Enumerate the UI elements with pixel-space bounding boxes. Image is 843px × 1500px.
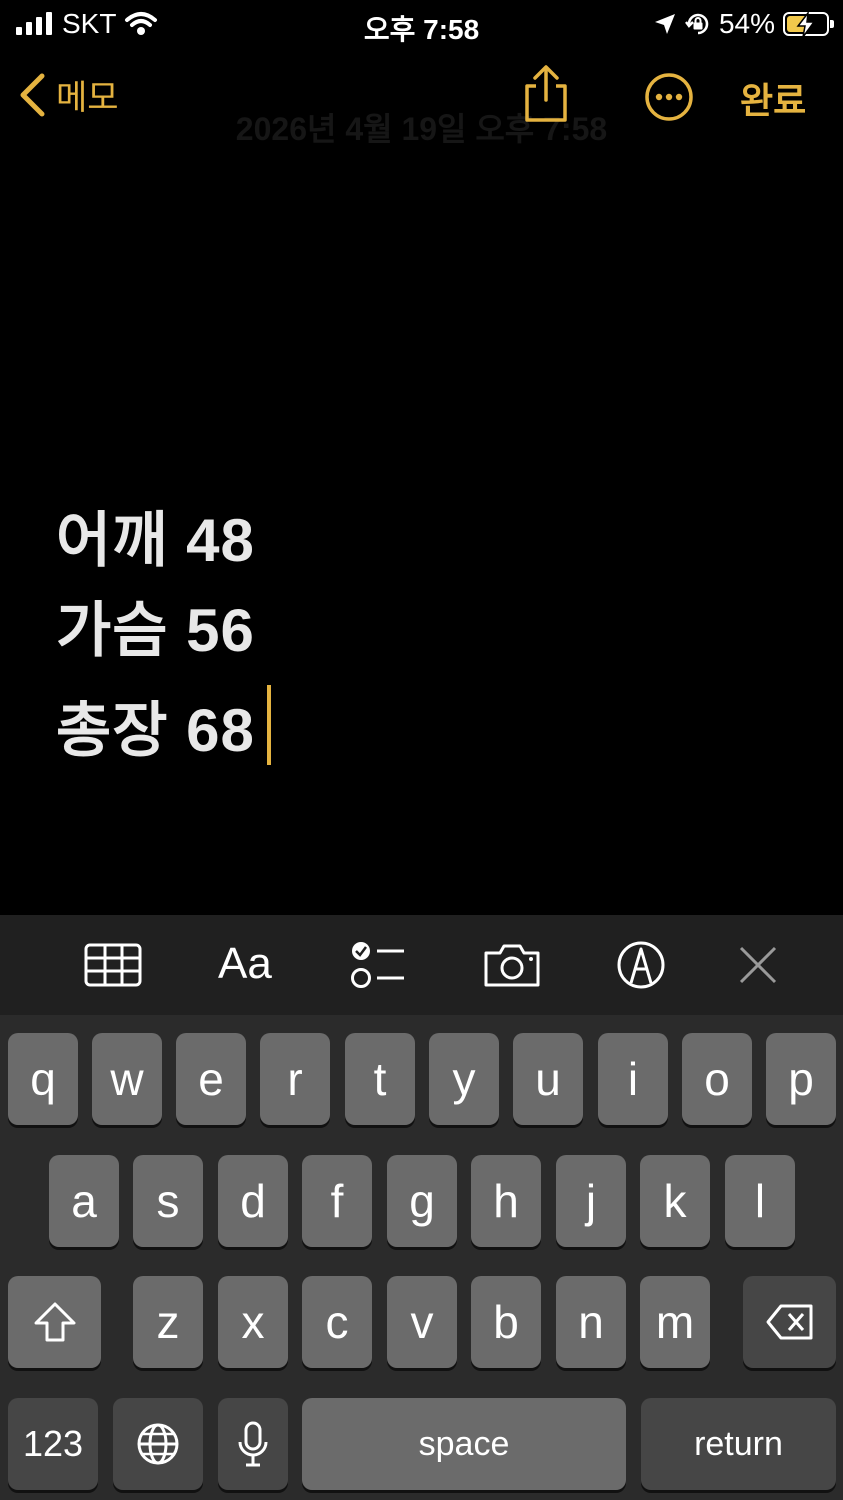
status-right: 54% xyxy=(653,8,834,40)
key-l[interactable]: l xyxy=(725,1155,795,1247)
note-body[interactable]: 어깨 48 가슴 56 총장 68 xyxy=(56,505,271,775)
battery-icon xyxy=(783,12,834,38)
key-d[interactable]: d xyxy=(218,1155,288,1247)
table-icon xyxy=(84,943,142,987)
globe-key[interactable] xyxy=(113,1398,203,1490)
key-u[interactable]: u xyxy=(513,1033,583,1125)
ellipsis-circle-icon xyxy=(645,73,693,121)
key-i[interactable]: i xyxy=(598,1033,668,1125)
markup-button[interactable] xyxy=(615,939,667,996)
key-f[interactable]: f xyxy=(302,1155,372,1247)
camera-button[interactable] xyxy=(482,941,542,994)
camera-icon xyxy=(484,944,540,987)
format-toolbar: Aa xyxy=(0,915,843,1015)
return-key[interactable]: return xyxy=(641,1398,836,1490)
dictation-key[interactable] xyxy=(218,1398,288,1490)
key-o[interactable]: o xyxy=(682,1033,752,1125)
note-line[interactable]: 가슴 56 xyxy=(56,595,271,685)
numbers-key[interactable]: 123 xyxy=(8,1398,98,1490)
note-line-text: 총장 68 xyxy=(56,697,255,764)
battery-percent: 54% xyxy=(718,8,775,39)
shift-key[interactable] xyxy=(8,1276,101,1368)
status-bar: SKT 오후 7:58 54% xyxy=(0,0,843,48)
checklist-icon xyxy=(351,942,404,988)
key-z[interactable]: z xyxy=(133,1276,203,1368)
key-g[interactable]: g xyxy=(387,1155,457,1247)
delete-key[interactable] xyxy=(743,1276,836,1368)
charging-bolt-icon xyxy=(796,12,816,38)
note-date: 2026년 4월 19일 오후 7:58 xyxy=(235,111,608,147)
nav-bar: 메모 2026년 4월 19일 오후 7:58 완료 xyxy=(0,60,843,147)
key-r[interactable]: r xyxy=(260,1033,330,1125)
key-h[interactable]: h xyxy=(471,1155,541,1247)
key-e[interactable]: e xyxy=(176,1033,246,1125)
battery-nub xyxy=(830,20,834,28)
share-button[interactable] xyxy=(522,64,570,129)
note-line-current[interactable]: 총장 68 xyxy=(56,685,271,775)
text-cursor xyxy=(266,685,271,765)
key-t[interactable]: t xyxy=(345,1033,415,1125)
key-m[interactable]: m xyxy=(640,1276,710,1368)
more-button[interactable] xyxy=(644,72,694,127)
markup-pen-icon xyxy=(617,941,665,989)
key-a[interactable]: a xyxy=(49,1155,119,1247)
key-y[interactable]: y xyxy=(429,1033,499,1125)
globe-icon xyxy=(137,1423,179,1465)
key-j[interactable]: j xyxy=(556,1155,626,1247)
close-icon xyxy=(739,946,777,984)
key-k[interactable]: k xyxy=(640,1155,710,1247)
backspace-icon xyxy=(766,1304,812,1340)
key-n[interactable]: n xyxy=(556,1276,626,1368)
key-c[interactable]: c xyxy=(302,1276,372,1368)
key-p[interactable]: p xyxy=(766,1033,836,1125)
checklist-button[interactable] xyxy=(350,939,406,996)
keyboard: q w e r t y u i o p a s d f g h j k l z … xyxy=(0,1015,843,1500)
note-line[interactable]: 어깨 48 xyxy=(56,505,271,595)
key-q[interactable]: q xyxy=(8,1033,78,1125)
table-button[interactable] xyxy=(84,943,142,992)
key-x[interactable]: x xyxy=(218,1276,288,1368)
shift-arrow-icon xyxy=(34,1302,75,1342)
location-arrow-icon xyxy=(654,14,675,34)
orientation-lock-icon xyxy=(684,13,709,35)
done-button[interactable]: 완료 xyxy=(740,72,806,124)
format-button[interactable]: Aa xyxy=(218,939,272,989)
microphone-icon xyxy=(238,1421,268,1467)
space-key[interactable]: space xyxy=(302,1398,626,1490)
key-s[interactable]: s xyxy=(133,1155,203,1247)
key-w[interactable]: w xyxy=(92,1033,162,1125)
close-toolbar-button[interactable] xyxy=(738,945,778,990)
key-b[interactable]: b xyxy=(471,1276,541,1368)
share-icon xyxy=(525,65,567,122)
key-v[interactable]: v xyxy=(387,1276,457,1368)
